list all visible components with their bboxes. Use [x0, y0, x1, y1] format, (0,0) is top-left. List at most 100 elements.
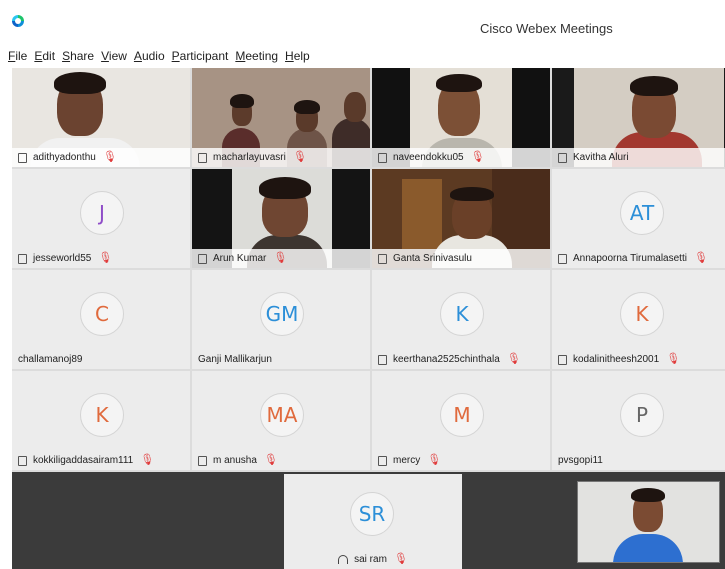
participant-name-bar: macharlayuvasri 🎙︎	[192, 148, 370, 167]
participant-tile[interactable]: K keerthana2525chinthala 🎙︎	[372, 270, 550, 369]
mic-muted-icon: 🎙︎	[693, 252, 708, 264]
participant-name: adithyadonthu	[33, 152, 96, 163]
menu-meeting[interactable]: Meeting	[235, 49, 278, 63]
participant-name-bar: mercy 🎙︎	[372, 451, 550, 470]
mic-muted-icon: 🎙︎	[427, 454, 442, 466]
screen-icon	[558, 152, 567, 163]
webex-logo-icon	[12, 15, 24, 27]
screen-icon	[378, 253, 387, 264]
participant-name: Arun Kumar	[213, 253, 267, 264]
mic-muted-icon: 🎙︎	[666, 353, 681, 365]
mic-muted-icon: 🎙︎	[140, 454, 155, 466]
participant-tile[interactable]: Ganta Srinivasulu	[372, 169, 550, 268]
mic-muted-icon: 🎙︎	[506, 353, 521, 365]
menu-share[interactable]: Share	[62, 49, 94, 63]
participant-name-bar: kokkiligaddasairam111 🎙︎	[12, 451, 190, 470]
avatar: P	[620, 393, 664, 437]
participant-name: pvsgopi11	[558, 455, 603, 466]
screen-icon	[198, 455, 207, 466]
menu-help[interactable]: Help	[285, 49, 310, 63]
participant-tile[interactable]: P pvsgopi11	[552, 371, 725, 470]
mic-muted-icon: 🎙︎	[263, 454, 278, 466]
participant-tile[interactable]: Kavitha Aluri	[552, 68, 725, 167]
participant-name: sai ram	[354, 554, 387, 565]
participant-tile[interactable]: naveendokku05 🎙︎	[372, 68, 550, 167]
participant-name: Annapoorna Tirumalasetti	[573, 253, 687, 264]
avatar: GM	[260, 292, 304, 336]
screen-icon	[558, 354, 567, 365]
screen-icon	[18, 152, 27, 163]
participant-tile[interactable]: Arun Kumar 🎙︎	[192, 169, 370, 268]
menu-bar: File Edit Share View Audio Participant M…	[0, 44, 725, 68]
participant-name-bar: kodalinitheesh2001 🎙︎	[552, 350, 725, 369]
screen-icon	[558, 253, 567, 264]
menu-view[interactable]: View	[101, 49, 127, 63]
participant-name-bar: pvsgopi11	[552, 451, 725, 470]
participant-tile[interactable]: macharlayuvasri 🎙︎	[192, 68, 370, 167]
participant-name: mercy	[393, 455, 421, 466]
mic-muted-icon: 🎙︎	[292, 151, 307, 163]
participant-name-bar: adithyadonthu 🎙︎	[12, 148, 190, 167]
screen-icon	[378, 354, 387, 365]
screen-icon	[18, 455, 27, 466]
participant-name-bar: sai ram 🎙︎	[284, 550, 462, 569]
mic-muted-icon: 🎙︎	[470, 151, 485, 163]
screen-icon	[198, 152, 207, 163]
avatar: K	[440, 292, 484, 336]
participant-name-bar: Annapoorna Tirumalasetti 🎙︎	[552, 249, 725, 268]
screen-icon	[18, 253, 27, 264]
participant-name-bar: Ganta Srinivasulu	[372, 249, 550, 268]
participant-name: macharlayuvasri	[213, 152, 286, 163]
participant-name-bar: Arun Kumar 🎙︎	[192, 249, 370, 268]
title-bar: Cisco Webex Meetings	[0, 0, 725, 44]
self-view-video[interactable]	[577, 481, 720, 563]
avatar: SR	[350, 492, 394, 536]
mic-muted-icon: 🎙︎	[393, 553, 408, 565]
participant-name: Kavitha Aluri	[573, 152, 629, 163]
menu-audio[interactable]: Audio	[134, 49, 165, 63]
menu-file[interactable]: File	[8, 49, 27, 63]
participant-name: jesseworld55	[33, 253, 92, 264]
participant-name-bar: naveendokku05 🎙︎	[372, 148, 550, 167]
participant-name-bar: keerthana2525chinthala 🎙︎	[372, 350, 550, 369]
participant-tile[interactable]: K kodalinitheesh2001 🎙︎	[552, 270, 725, 369]
menu-edit[interactable]: Edit	[34, 49, 55, 63]
participant-name: challamanoj89	[18, 354, 83, 365]
participant-name-bar: m anusha 🎙︎	[192, 451, 370, 470]
mic-muted-icon: 🎙︎	[273, 252, 288, 264]
mic-muted-icon: 🎙︎	[102, 151, 117, 163]
avatar: J	[80, 191, 124, 235]
participant-name: m anusha	[213, 455, 257, 466]
participant-name: naveendokku05	[393, 152, 464, 163]
avatar: K	[80, 393, 124, 437]
menu-participant[interactable]: Participant	[172, 49, 229, 63]
video-feed	[578, 482, 719, 562]
participant-grid: adithyadonthu 🎙︎ macharlayuvasri 🎙︎ nave…	[12, 68, 725, 472]
avatar: M	[440, 393, 484, 437]
participant-name: kokkiligaddasairam111	[33, 455, 134, 466]
participant-name-bar: Ganji Mallikarjun	[192, 350, 370, 369]
participant-tile[interactable]: GM Ganji Mallikarjun	[192, 270, 370, 369]
screen-icon	[378, 152, 387, 163]
window-title: Cisco Webex Meetings	[480, 21, 613, 36]
participant-tile[interactable]: adithyadonthu 🎙︎	[12, 68, 190, 167]
participant-tile[interactable]: AT Annapoorna Tirumalasetti 🎙︎	[552, 169, 725, 268]
participant-name-bar: jesseworld55 🎙︎	[12, 249, 190, 268]
mic-muted-icon: 🎙︎	[98, 252, 113, 264]
avatar: K	[620, 292, 664, 336]
participant-name-bar: challamanoj89	[12, 350, 190, 369]
screen-icon	[378, 455, 387, 466]
screen-icon	[198, 253, 207, 264]
headset-icon	[338, 555, 349, 564]
avatar: MA	[260, 393, 304, 437]
participant-tile[interactable]: MA m anusha 🎙︎	[192, 371, 370, 470]
participant-name: Ganji Mallikarjun	[198, 354, 272, 365]
participant-tile[interactable]: J jesseworld55 🎙︎	[12, 169, 190, 268]
avatar: AT	[620, 191, 664, 235]
participant-tile[interactable]: M mercy 🎙︎	[372, 371, 550, 470]
participant-tile[interactable]: K kokkiligaddasairam111 🎙︎	[12, 371, 190, 470]
participant-name-bar: Kavitha Aluri	[552, 148, 725, 167]
participant-name: kodalinitheesh2001	[573, 354, 660, 365]
participant-tile[interactable]: C challamanoj89	[12, 270, 190, 369]
active-speaker-tile[interactable]: SR sai ram 🎙︎	[284, 474, 462, 569]
